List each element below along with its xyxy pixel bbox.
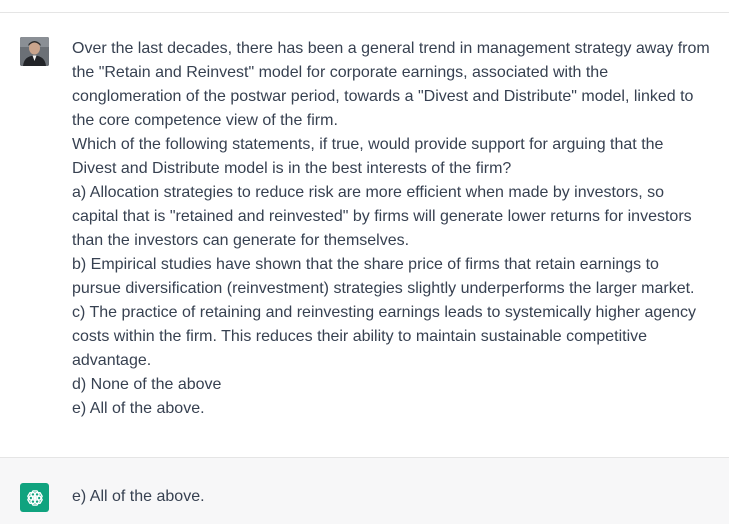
user-message-line: conglomeration of the postwar period, to… bbox=[72, 88, 694, 105]
user-message: Over the last decades, there has been a … bbox=[0, 13, 729, 457]
chat-page: Over the last decades, there has been a … bbox=[0, 0, 729, 524]
user-message-line: costs within the firm. This reduces thei… bbox=[72, 328, 648, 345]
assistant-message-text: e) All of the above. bbox=[72, 488, 205, 505]
user-message-line: pursue diversification (reinvestment) st… bbox=[72, 280, 695, 297]
user-message-line: e) All of the above. bbox=[72, 400, 205, 417]
previous-message-edge bbox=[0, 0, 729, 13]
user-message-line: c) The practice of retaining and reinves… bbox=[72, 304, 697, 321]
user-message-text: Over the last decades, there has been a … bbox=[72, 37, 727, 421]
user-message-line: capital that is "retained and reinvested… bbox=[72, 208, 692, 225]
user-message-line: Divest and Distribute model is in the be… bbox=[72, 160, 512, 177]
user-message-line: than the investors can generate for them… bbox=[72, 232, 410, 249]
user-message-line: the "Retain and Reinvest" model for corp… bbox=[72, 64, 609, 81]
user-message-line: the core competence view of the firm. bbox=[72, 112, 338, 129]
openai-logo-icon bbox=[20, 483, 49, 512]
user-message-line: Over the last decades, there has been a … bbox=[72, 40, 710, 57]
user-message-line: a) Allocation strategies to reduce risk … bbox=[72, 184, 664, 201]
user-message-line: b) Empirical studies have shown that the… bbox=[72, 256, 659, 273]
user-message-line: Which of the following statements, if tr… bbox=[72, 136, 664, 153]
user-message-line: d) None of the above bbox=[72, 376, 222, 393]
user-message-line: advantage. bbox=[72, 352, 152, 369]
user-avatar-icon bbox=[20, 37, 49, 66]
assistant-message: e) All of the above. bbox=[0, 457, 729, 524]
